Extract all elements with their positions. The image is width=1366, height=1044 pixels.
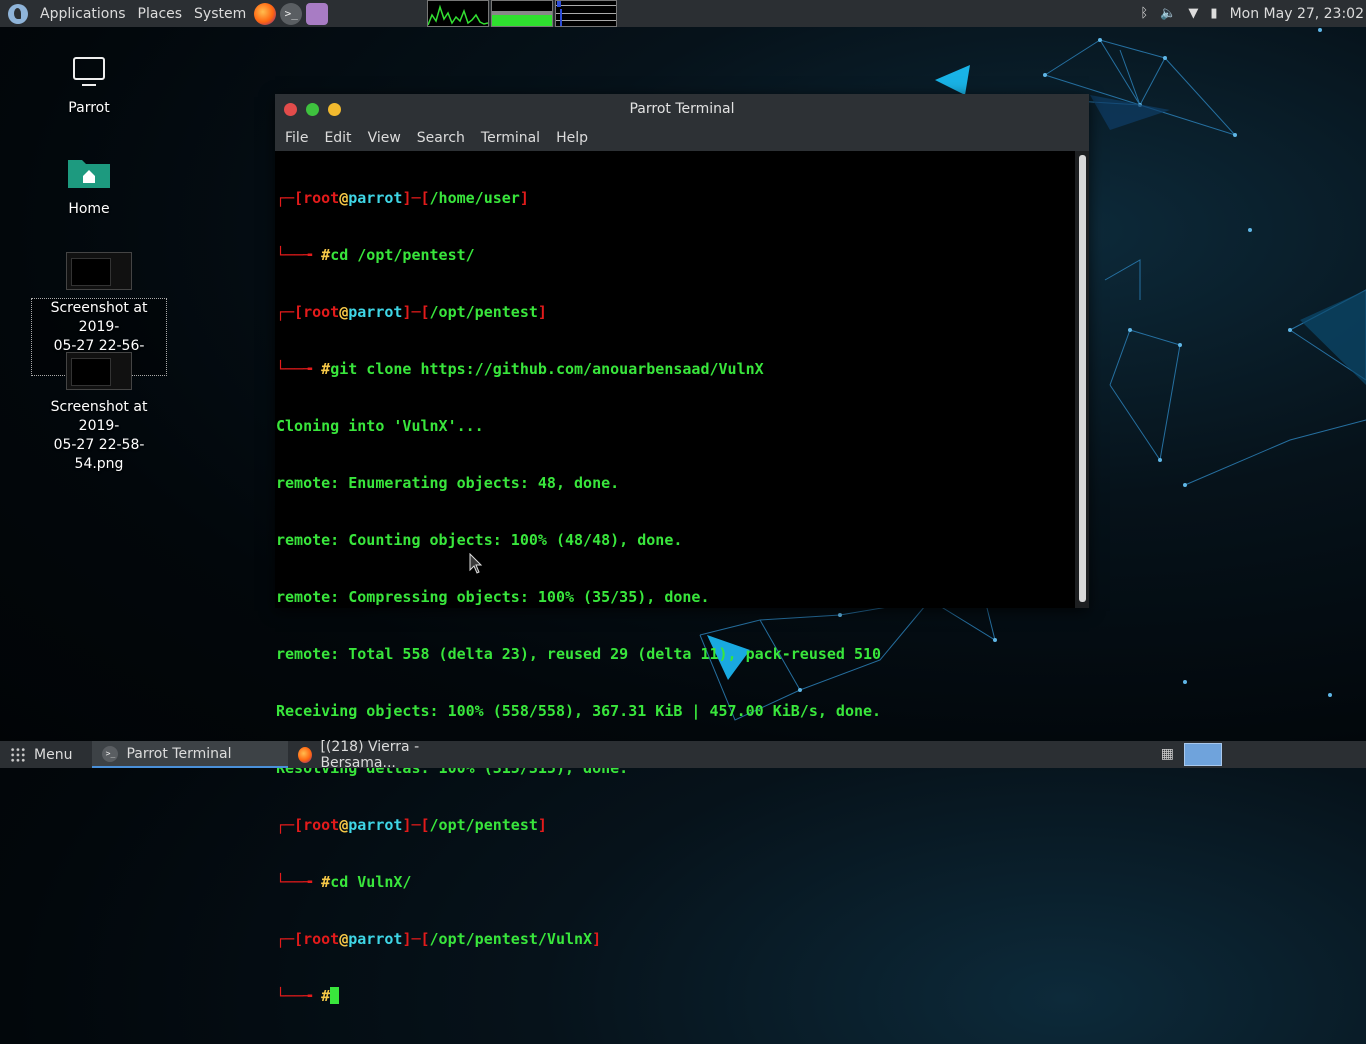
firefox-icon[interactable] [254,2,277,25]
prompt-line: ┌─[root@parrot]─[/home/user] [276,189,529,207]
window-menubar: File Edit View Search Terminal Help [275,124,1089,151]
command-line: └──╼ #cd /opt/pentest/ [276,246,475,264]
output-line: remote: Enumerating objects: 48, done. [276,474,620,492]
command-text: git clone https://github.com/anouarbensa… [330,360,764,378]
bottom-panel: Menu >_ Parrot Terminal [(218) Vierra - … [0,738,1366,771]
label-line: 05-27 22-58-54.png [53,437,145,472]
output-line: remote: Counting objects: 100% (48/48), … [276,531,683,549]
minimize-button[interactable] [328,102,341,116]
cpu-monitor-graph[interactable] [427,0,489,27]
applications-menu[interactable]: Applications [34,0,132,27]
taskbar-item-firefox[interactable]: [(218) Vierra - Bersama... [288,738,484,771]
menu-view[interactable]: View [360,130,409,146]
desktop-icon-screenshot-2[interactable]: Screenshot at 2019- 05-27 22-58-54.png [31,352,167,474]
prompt-path: /opt/pentest [429,816,538,834]
terminal-icon[interactable]: >_ [280,2,303,25]
terminal-icon: >_ [102,745,119,762]
desktop-icon-parrot[interactable]: Parrot [21,55,157,118]
close-button[interactable] [284,102,297,116]
desktop-icon-label: Screenshot at 2019- 05-27 22-58-54.png [31,398,167,474]
desktop-icon-label: Home [68,201,110,217]
prompt-path: /opt/pentest/VulnX [429,930,593,948]
top-panel: Applications Places System >_ ᛒ 🔈 ▼ ▮ Mo… [0,0,1366,27]
taskbar-item-label: Parrot Terminal [126,745,232,762]
workspace-switcher[interactable] [1184,743,1222,766]
menu-edit[interactable]: Edit [316,130,359,146]
menu-search[interactable]: Search [409,130,473,146]
desktop-switch-icon[interactable]: ▦ [1161,746,1174,762]
clock[interactable]: Mon May 27, 23:02 [1230,6,1364,22]
prompt-line: ┌─[root@parrot]─[/opt/pentest] [276,816,547,834]
menu-help[interactable]: Help [548,130,596,146]
prompt-user: root [303,816,340,834]
taskbar-item-label: [(218) Vierra - Bersama... [320,738,420,771]
system-tray: ᛒ 🔈 ▼ ▮ Mon May 27, 23:02 [1140,0,1366,27]
system-monitors [427,0,617,27]
home-folder-icon [68,160,110,188]
prompt-host: parrot [348,816,403,834]
prompt-line: ┌─[root@parrot]─[/opt/pentest/VulnX] [276,930,602,948]
command-line: └──╼ # [276,987,1076,1006]
menu-terminal[interactable]: Terminal [473,130,548,146]
bluetooth-icon[interactable]: ᛒ [1140,6,1148,21]
command-text: cd /opt/pentest/ [330,246,475,264]
computer-icon [73,57,105,86]
prompt-host: parrot [348,930,403,948]
prompt-line: ┌─[root@parrot]─[/opt/pentest] [276,303,547,321]
scrollbar-thumb[interactable] [1079,155,1086,602]
output-line: Receiving objects: 100% (558/558), 367.3… [276,702,882,720]
system-menu[interactable]: System [188,0,252,27]
terminal-output[interactable]: ┌─[root@parrot]─[/home/user] └──╼ #cd /o… [275,151,1076,1005]
maximize-button[interactable] [306,102,319,116]
image-thumbnail-icon [66,352,132,390]
terminal-scrollbar[interactable] [1075,151,1089,608]
memory-monitor-graph[interactable] [491,0,553,27]
prompt-host: parrot [348,189,403,207]
app-grid-icon [10,746,26,763]
wifi-icon[interactable]: ▼ [1188,6,1198,21]
output-line: Cloning into 'VulnX'... [276,417,484,435]
menu-button[interactable]: Menu [0,741,80,768]
prompt-path: /opt/pentest [429,303,538,321]
taskbar-item-terminal[interactable]: >_ Parrot Terminal [92,741,289,768]
command-text: cd VulnX/ [330,873,412,891]
label-line: Screenshot at 2019- [50,300,148,335]
command-line: └──╼ #cd VulnX/ [276,873,412,891]
desktop-icon-home[interactable]: Home [21,156,157,219]
notes-icon[interactable] [306,2,329,25]
firefox-icon [298,746,313,763]
network-monitor-graph[interactable] [555,0,617,27]
prompt-path: /home/user [429,189,520,207]
terminal-window: Parrot Terminal File Edit View Search Te… [275,94,1089,1005]
text-cursor [330,987,340,1004]
parrot-logo-icon[interactable] [8,3,28,24]
prompt-user: root [303,930,340,948]
output-line: remote: Total 558 (delta 23), reused 29 … [276,645,882,663]
menu-label: Menu [34,746,73,763]
battery-icon[interactable]: ▮ [1210,6,1217,21]
prompt-user: root [303,303,340,321]
menu-file[interactable]: File [277,130,316,146]
label-line: Screenshot at 2019- [50,399,148,434]
desktop-icon-label: Parrot [68,100,110,116]
mouse-pointer-icon [469,553,483,574]
volume-icon[interactable]: 🔈 [1160,6,1176,21]
prompt-user: root [303,189,340,207]
command-line: └──╼ #git clone https://github.com/anoua… [276,360,764,378]
window-title: Parrot Terminal [629,101,735,117]
places-menu[interactable]: Places [132,0,189,27]
image-thumbnail-icon [66,252,132,290]
prompt-host: parrot [348,303,403,321]
window-titlebar[interactable]: Parrot Terminal [275,94,1089,124]
output-line: remote: Compressing objects: 100% (35/35… [276,588,710,606]
